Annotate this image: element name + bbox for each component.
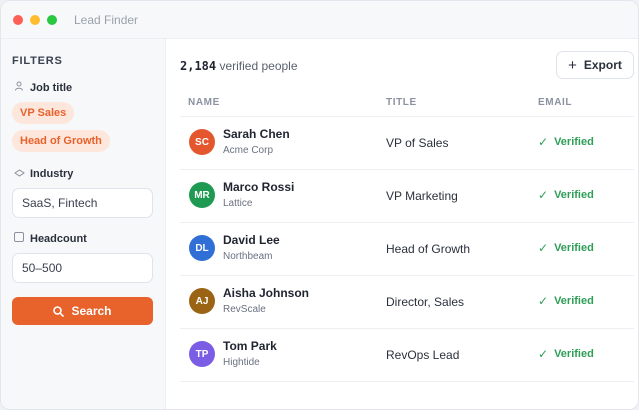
email-status-badge: ✓ Verified <box>538 347 594 361</box>
check-icon: ✓ <box>538 188 549 202</box>
person-icon <box>12 81 26 94</box>
industry-label: Industry <box>30 168 74 180</box>
avatar-initials: MR <box>194 189 210 201</box>
check-icon: ✓ <box>538 347 549 361</box>
table-row[interactable]: MR Marco Rossi Lattice VP Marketing ✓ Ve… <box>180 170 634 223</box>
chip-head-of-growth[interactable]: Head of Growth <box>12 130 110 152</box>
layers-icon <box>12 168 26 180</box>
filters-sidebar: FILTERS Job title VP Sales Head of Growt… <box>1 39 166 409</box>
avatar-initials: AJ <box>195 295 209 307</box>
email-status-badge: ✓ Verified <box>538 188 594 202</box>
industry-input[interactable]: SaaS, Fintech <box>12 188 153 218</box>
title-bar: Lead Finder <box>1 1 638 39</box>
search-button[interactable]: Search <box>12 297 153 325</box>
email-status-badge: ✓ Verified <box>538 135 594 149</box>
person-title: RevOps Lead <box>386 348 460 362</box>
headcount-filter-label: Headcount <box>12 232 154 245</box>
column-header-name[interactable]: NAME <box>188 97 220 108</box>
table-row[interactable]: DL David Lee Northbeam Head of Growth ✓ … <box>180 223 634 276</box>
email-status-text: Verified <box>554 242 594 254</box>
person-name[interactable]: Sarah Chen <box>223 127 290 141</box>
close-window-button[interactable] <box>13 14 23 25</box>
table-row[interactable]: AJ Aisha Johnson RevScale Director, Sale… <box>180 276 634 329</box>
email-status-text: Verified <box>554 295 594 307</box>
person-title: VP Marketing <box>386 189 458 203</box>
avatar: TP <box>189 341 215 367</box>
app-title: Lead Finder <box>74 12 139 27</box>
avatar-initials: TP <box>195 348 209 360</box>
person-company: Northbeam <box>223 251 273 262</box>
email-status-text: Verified <box>554 348 594 360</box>
results-count-suffix: verified people <box>219 59 298 73</box>
filters-heading: FILTERS <box>12 55 63 67</box>
export-button-label: Export <box>583 58 622 72</box>
avatar: MR <box>189 182 215 208</box>
export-button[interactable]: + Export <box>556 51 634 79</box>
industry-filter-label: Industry <box>12 168 154 180</box>
results-count: 2,184 verified people <box>180 59 298 73</box>
maximize-window-button[interactable] <box>47 14 57 25</box>
person-company: Hightide <box>223 357 260 368</box>
check-icon: ✓ <box>538 241 549 255</box>
avatar-initials: SC <box>195 136 209 148</box>
check-icon: ✓ <box>538 135 549 149</box>
search-button-label: Search <box>71 304 112 318</box>
table-row[interactable]: SC Sarah Chen Acme Corp VP of Sales ✓ Ve… <box>180 117 634 170</box>
headcount-label: Headcount <box>30 232 87 245</box>
person-company: Lattice <box>223 198 253 209</box>
job-title-filter-label: Job title <box>12 81 154 94</box>
email-status-text: Verified <box>554 136 594 148</box>
email-status-badge: ✓ Verified <box>538 294 594 308</box>
person-name[interactable]: Marco Rossi <box>223 180 294 194</box>
search-icon <box>53 305 65 317</box>
email-status-text: Verified <box>554 189 594 201</box>
app-window: Lead Finder FILTERS Job title VP Sales H… <box>0 0 639 410</box>
person-company: RevScale <box>223 304 266 315</box>
person-name[interactable]: Aisha Johnson <box>223 286 309 300</box>
job-title-chips: VP Sales Head of Growth <box>12 102 154 158</box>
minimize-window-button[interactable] <box>30 14 40 25</box>
column-header-title[interactable]: TITLE <box>386 97 417 108</box>
person-name[interactable]: David Lee <box>223 233 280 247</box>
person-title: VP of Sales <box>386 136 449 150</box>
results-panel: 2,184 verified people + Export NAME TITL… <box>167 39 638 409</box>
person-company: Acme Corp <box>223 145 274 156</box>
results-count-number: 2,184 <box>180 59 217 73</box>
avatar: DL <box>189 235 215 261</box>
avatar: AJ <box>189 288 215 314</box>
table-row[interactable]: TP Tom Park Hightide RevOps Lead ✓ Verif… <box>180 329 634 382</box>
person-title: Director, Sales <box>386 295 465 309</box>
avatar: SC <box>189 129 215 155</box>
chip-vp-sales[interactable]: VP Sales <box>12 102 75 124</box>
column-header-email[interactable]: EMAIL <box>538 97 572 108</box>
job-title-label: Job title <box>30 81 73 94</box>
results-table: NAME TITLE EMAIL SC Sarah Chen Acme Corp… <box>180 89 634 382</box>
checkbox-icon[interactable] <box>12 232 26 245</box>
headcount-input[interactable]: 50–500 <box>12 253 153 283</box>
avatar-initials: DL <box>195 242 209 254</box>
email-status-badge: ✓ Verified <box>538 241 594 255</box>
person-name[interactable]: Tom Park <box>223 339 277 353</box>
person-title: Head of Growth <box>386 242 471 256</box>
plus-icon: + <box>568 56 577 74</box>
check-icon: ✓ <box>538 294 549 308</box>
table-header: NAME TITLE EMAIL <box>180 89 634 117</box>
